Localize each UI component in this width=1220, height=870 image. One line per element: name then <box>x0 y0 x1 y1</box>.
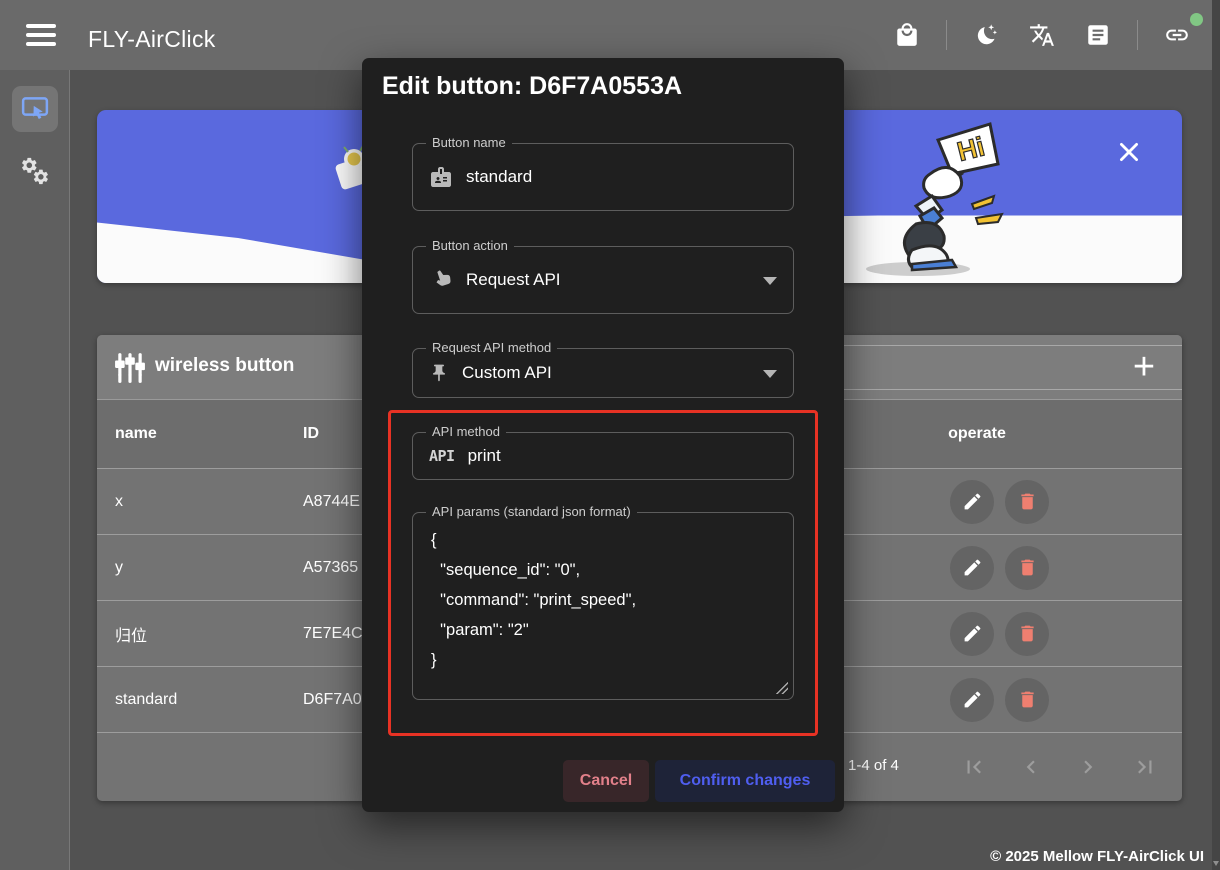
edit-button[interactable] <box>950 546 994 590</box>
prev-page-icon[interactable] <box>1014 751 1048 785</box>
button-name-value: standard <box>466 167 532 187</box>
connection-link-icon[interactable] <box>1160 18 1194 52</box>
api-method-field[interactable]: API method API print <box>412 432 794 480</box>
hand-pointer-icon <box>429 268 453 292</box>
resize-handle[interactable] <box>776 682 788 694</box>
delete-button[interactable] <box>1005 546 1049 590</box>
column-header-id: ID <box>303 425 319 443</box>
request-api-method-label: Request API method <box>426 340 557 355</box>
sliders-icon <box>115 352 145 384</box>
last-page-icon[interactable] <box>1128 751 1162 785</box>
app-root: FLY-AirClick <box>0 0 1220 870</box>
close-icon[interactable] <box>1114 138 1144 168</box>
row-name: 归位 <box>115 622 147 646</box>
store-icon[interactable] <box>890 18 924 52</box>
panel-title: wireless button <box>155 355 294 377</box>
edit-button[interactable] <box>950 612 994 656</box>
edit-button-dialog: Edit button: D6F7A0553A Button name stan… <box>362 58 844 812</box>
api-method-value: print <box>468 446 501 466</box>
pagination-range: 1-4 of 4 <box>848 757 899 774</box>
api-params-value[interactable]: { "sequence_id": "0", "command": "print_… <box>431 525 779 675</box>
sidebar-item-settings[interactable] <box>12 148 58 194</box>
api-params-label: API params (standard json format) <box>426 504 637 519</box>
chevron-down-icon <box>763 277 777 285</box>
add-button[interactable]: + <box>1120 343 1168 391</box>
sidebar-item-remote[interactable] <box>12 86 58 132</box>
request-api-method-select[interactable]: Request API method Custom API <box>412 348 794 398</box>
status-dot <box>1190 13 1203 26</box>
confirm-button[interactable]: Confirm changes <box>655 760 835 802</box>
row-id: 7E7E4C <box>303 625 363 643</box>
chevron-down-icon <box>763 370 777 378</box>
topbar-divider <box>1137 20 1138 50</box>
button-action-label: Button action <box>426 238 514 253</box>
row-id: A8744E <box>303 493 360 511</box>
row-name: standard <box>115 691 177 709</box>
app-title: FLY-AirClick <box>88 26 216 53</box>
topbar-divider <box>946 20 947 50</box>
dark-mode-icon[interactable] <box>969 18 1003 52</box>
docs-icon[interactable] <box>1081 18 1115 52</box>
api-icon: API <box>429 447 455 465</box>
cancel-button[interactable]: Cancel <box>563 760 649 802</box>
sidebar <box>0 70 70 870</box>
footer-copyright: © 2025 Mellow FLY-AirClick UI <box>990 848 1204 865</box>
scrollbar-down-arrow[interactable] <box>1213 861 1219 866</box>
menu-icon[interactable] <box>26 24 60 48</box>
column-header-operate: operate <box>917 425 1037 443</box>
row-id: D6F7A0 <box>303 691 362 709</box>
delete-button[interactable] <box>1005 480 1049 524</box>
column-header-name: name <box>115 425 157 443</box>
row-name: y <box>115 559 123 577</box>
api-method-label: API method <box>426 424 506 439</box>
badge-icon <box>429 165 453 189</box>
first-page-icon[interactable] <box>957 751 991 785</box>
gears-icon <box>20 156 50 186</box>
next-page-icon[interactable] <box>1071 751 1105 785</box>
dialog-title: Edit button: D6F7A0553A <box>382 72 682 101</box>
topbar-actions <box>890 0 1194 70</box>
row-id: A57365 <box>303 559 358 577</box>
push-pin-icon <box>429 363 449 383</box>
scrollbar[interactable] <box>1212 0 1220 870</box>
button-action-value: Request API <box>466 270 561 290</box>
button-name-field[interactable]: Button name standard <box>412 143 794 211</box>
api-params-textarea[interactable]: API params (standard json format) { "seq… <box>412 512 794 700</box>
delete-button[interactable] <box>1005 678 1049 722</box>
edit-button[interactable] <box>950 678 994 722</box>
row-name: x <box>115 493 123 511</box>
delete-button[interactable] <box>1005 612 1049 656</box>
request-api-method-value: Custom API <box>462 363 552 383</box>
mascot-robot-hi: Hi <box>820 112 1010 280</box>
edit-button[interactable] <box>950 480 994 524</box>
translate-icon[interactable] <box>1025 18 1059 52</box>
touch-screen-icon <box>20 94 50 124</box>
button-name-label: Button name <box>426 135 512 150</box>
button-action-select[interactable]: Button action Request API <box>412 246 794 314</box>
